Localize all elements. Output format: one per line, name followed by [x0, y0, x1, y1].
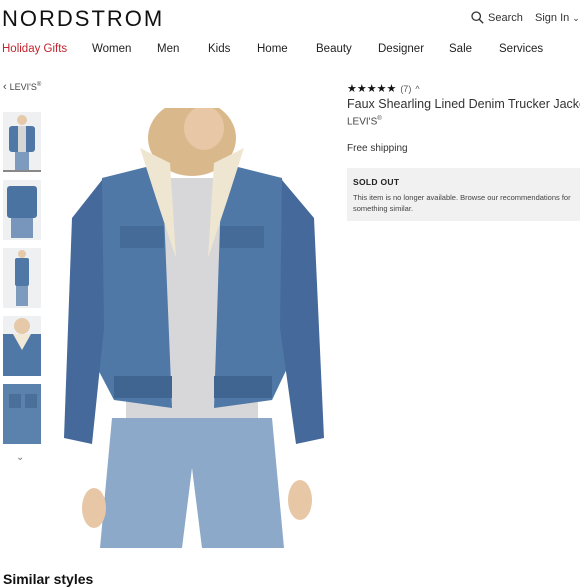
thumbnail-2[interactable]	[3, 180, 41, 240]
nordstrom-logo[interactable]: NORDSTROM	[2, 6, 164, 32]
product-rating[interactable]: ★★★★★ (7) ^	[347, 82, 420, 95]
sign-in-label: Sign In	[535, 12, 570, 24]
product-main-image[interactable]	[52, 100, 332, 548]
nav-item-women[interactable]: Women	[92, 43, 131, 55]
thumbnail-3[interactable]	[3, 248, 41, 308]
nav-item-kids[interactable]: Kids	[208, 43, 230, 55]
breadcrumb[interactable]: ‹ LEVI'S®	[3, 81, 41, 93]
thumbnail-5[interactable]	[3, 384, 41, 444]
nav-item-services[interactable]: Services	[499, 43, 543, 55]
thumbnail-4[interactable]	[3, 316, 41, 376]
nav-item-home[interactable]: Home	[257, 43, 288, 55]
shipping-info: Free shipping	[347, 143, 408, 154]
search-button[interactable]: Search	[471, 11, 523, 24]
main-nav: Holiday Gifts Women Men Kids Home Beauty…	[0, 43, 580, 59]
review-count: (7)	[400, 83, 412, 94]
product-brand-link[interactable]: LEVI'S®	[347, 116, 382, 127]
thumbnail-1[interactable]	[3, 112, 41, 172]
nav-item-beauty[interactable]: Beauty	[316, 43, 352, 55]
nav-item-designer[interactable]: Designer	[378, 43, 424, 55]
sold-out-notice: SOLD OUT This item is no longer availabl…	[347, 168, 580, 221]
thumbnail-scroll-down-icon[interactable]: ⌄	[16, 452, 24, 463]
nav-item-holiday-gifts[interactable]: Holiday Gifts	[2, 43, 67, 55]
sign-in-button[interactable]: Sign In ⌄	[535, 12, 580, 24]
similar-styles-heading: Similar styles	[3, 571, 94, 587]
product-title: Faux Shearling Lined Denim Trucker Jacke…	[347, 97, 580, 111]
nav-item-sale[interactable]: Sale	[449, 43, 472, 55]
sold-out-title: SOLD OUT	[353, 177, 400, 187]
rating-stars: ★★★★★	[347, 83, 397, 95]
breadcrumb-brand: LEVI'S®	[9, 82, 42, 92]
search-label: Search	[488, 11, 523, 24]
chevron-down-icon: ⌄	[572, 13, 580, 23]
chevron-left-icon: ‹	[3, 81, 7, 93]
sold-out-message: This item is no longer available. Browse…	[353, 193, 571, 213]
search-icon	[471, 11, 484, 24]
nav-item-men[interactable]: Men	[157, 43, 179, 55]
chevron-up-icon: ^	[415, 83, 420, 94]
